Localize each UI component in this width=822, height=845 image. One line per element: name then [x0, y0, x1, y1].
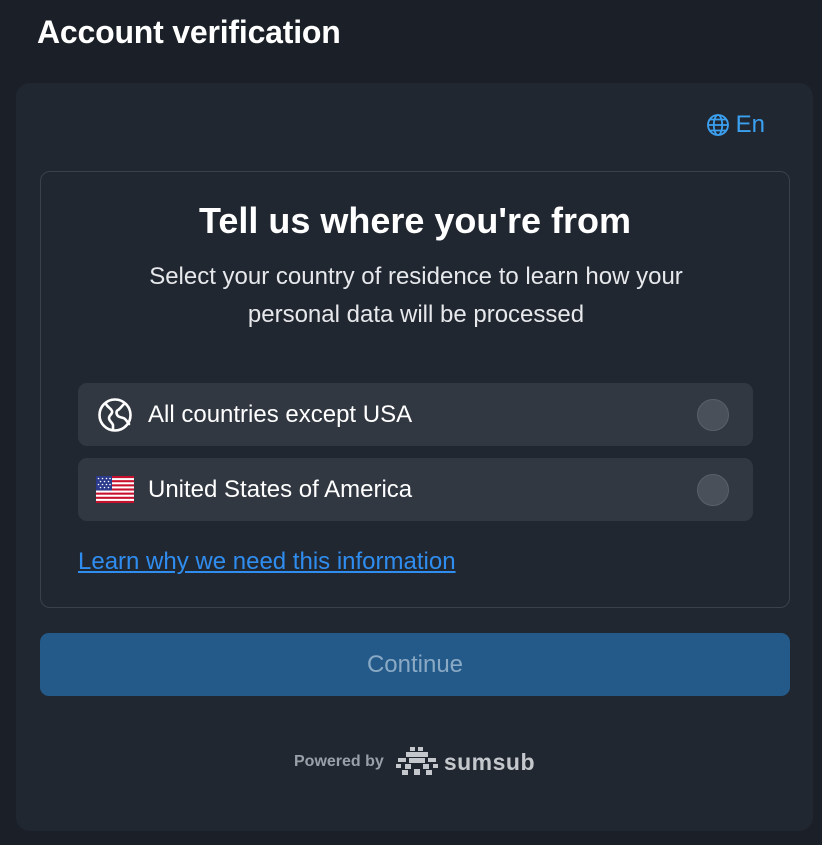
card-subtitle: Select your country of residence to lear…: [149, 263, 683, 328]
option-label: United States of America: [148, 475, 413, 503]
page-title: Account verification: [37, 14, 341, 50]
radio-button[interactable]: [697, 474, 729, 506]
powered-by: Powered by sumsub: [16, 747, 813, 777]
language-selector[interactable]: En: [706, 111, 765, 139]
option-all-countries[interactable]: All countries except USA: [78, 383, 753, 446]
continue-button[interactable]: Continue: [40, 633, 790, 696]
verification-widget: En Tell us where you're from Select your…: [16, 83, 813, 831]
sumsub-logo-icon: [395, 747, 438, 775]
country-card: Tell us where you're from Select your co…: [40, 171, 790, 608]
option-label: All countries except USA: [148, 400, 413, 428]
radio-button[interactable]: [697, 399, 729, 431]
us-flag-icon: [96, 471, 134, 509]
card-title: Tell us where you're from: [199, 200, 631, 241]
language-label: En: [735, 111, 765, 138]
globe-icon: [706, 113, 730, 137]
brand-name: sumsub: [443, 748, 535, 775]
world-icon: [96, 396, 134, 434]
powered-by-label: Powered by: [294, 753, 384, 770]
learn-why-link[interactable]: Learn why we need this information: [78, 548, 456, 576]
option-usa[interactable]: United States of America: [78, 458, 753, 521]
sumsub-logo[interactable]: sumsub: [395, 747, 535, 777]
